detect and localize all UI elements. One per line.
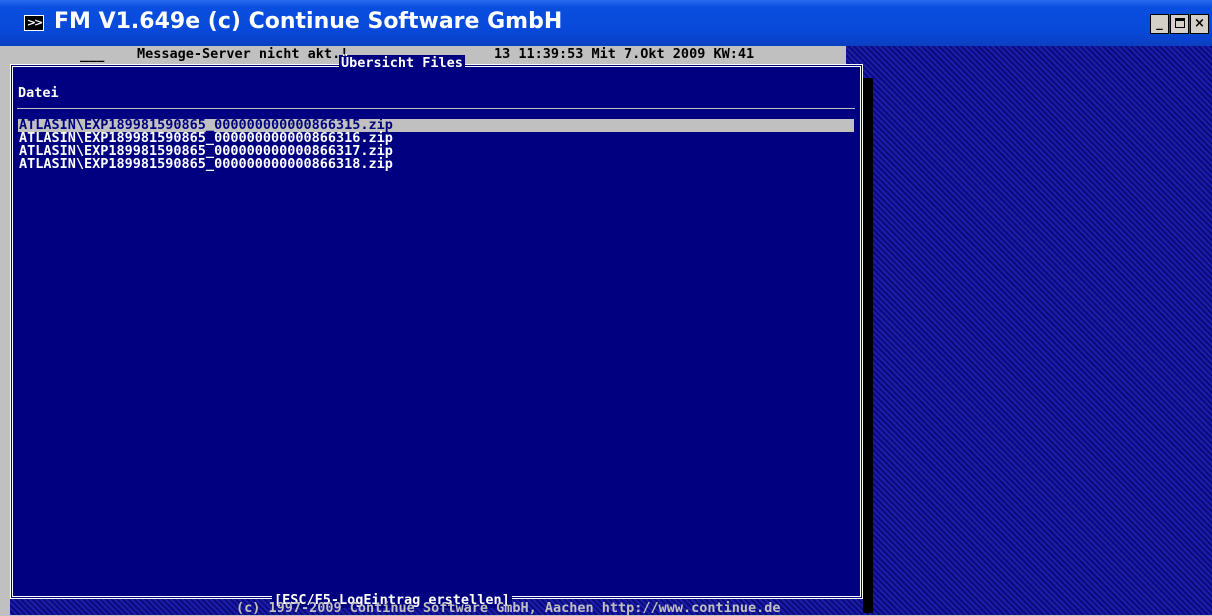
status-datetime: 13 11:39:53 Mit 7.Okt 2009 KW:41 bbox=[494, 46, 755, 62]
maximize-icon bbox=[1174, 18, 1185, 28]
window-title-bar[interactable]: >> FM V1.649e (c) Continue Software GmbH… bbox=[0, 0, 1212, 46]
dialog-title: Übersicht Files bbox=[339, 55, 465, 71]
file-list[interactable]: ATLASIN\EXP189981590865_0000000000008663… bbox=[18, 118, 854, 171]
maximize-button[interactable] bbox=[1170, 14, 1189, 34]
console-area[interactable]: ___ Message-Server nicht akt.! 13 11:39:… bbox=[10, 46, 1212, 616]
minimize-icon: _ bbox=[1156, 16, 1163, 31]
copyright-line: (c) 1997-2009 Continue Software GmbH, Aa… bbox=[236, 600, 781, 616]
column-header-datei[interactable]: Datei bbox=[18, 85, 59, 101]
header-divider bbox=[17, 108, 855, 109]
app-icon[interactable]: >> bbox=[24, 15, 44, 31]
close-button[interactable]: × bbox=[1190, 14, 1209, 34]
dialog-shadow bbox=[863, 78, 873, 613]
close-icon: × bbox=[1194, 16, 1205, 31]
list-item[interactable]: ATLASIN\EXP189981590865_0000000000008663… bbox=[18, 157, 854, 171]
window-title: FM V1.649e (c) Continue Software GmbH bbox=[54, 9, 563, 34]
minimize-button[interactable]: _ bbox=[1150, 14, 1169, 34]
status-message: Message-Server nicht akt.! bbox=[137, 46, 349, 62]
status-dash: ___ bbox=[80, 47, 105, 63]
files-dialog: Übersicht Files Datei ATLASIN\EXP1899815… bbox=[10, 55, 863, 608]
